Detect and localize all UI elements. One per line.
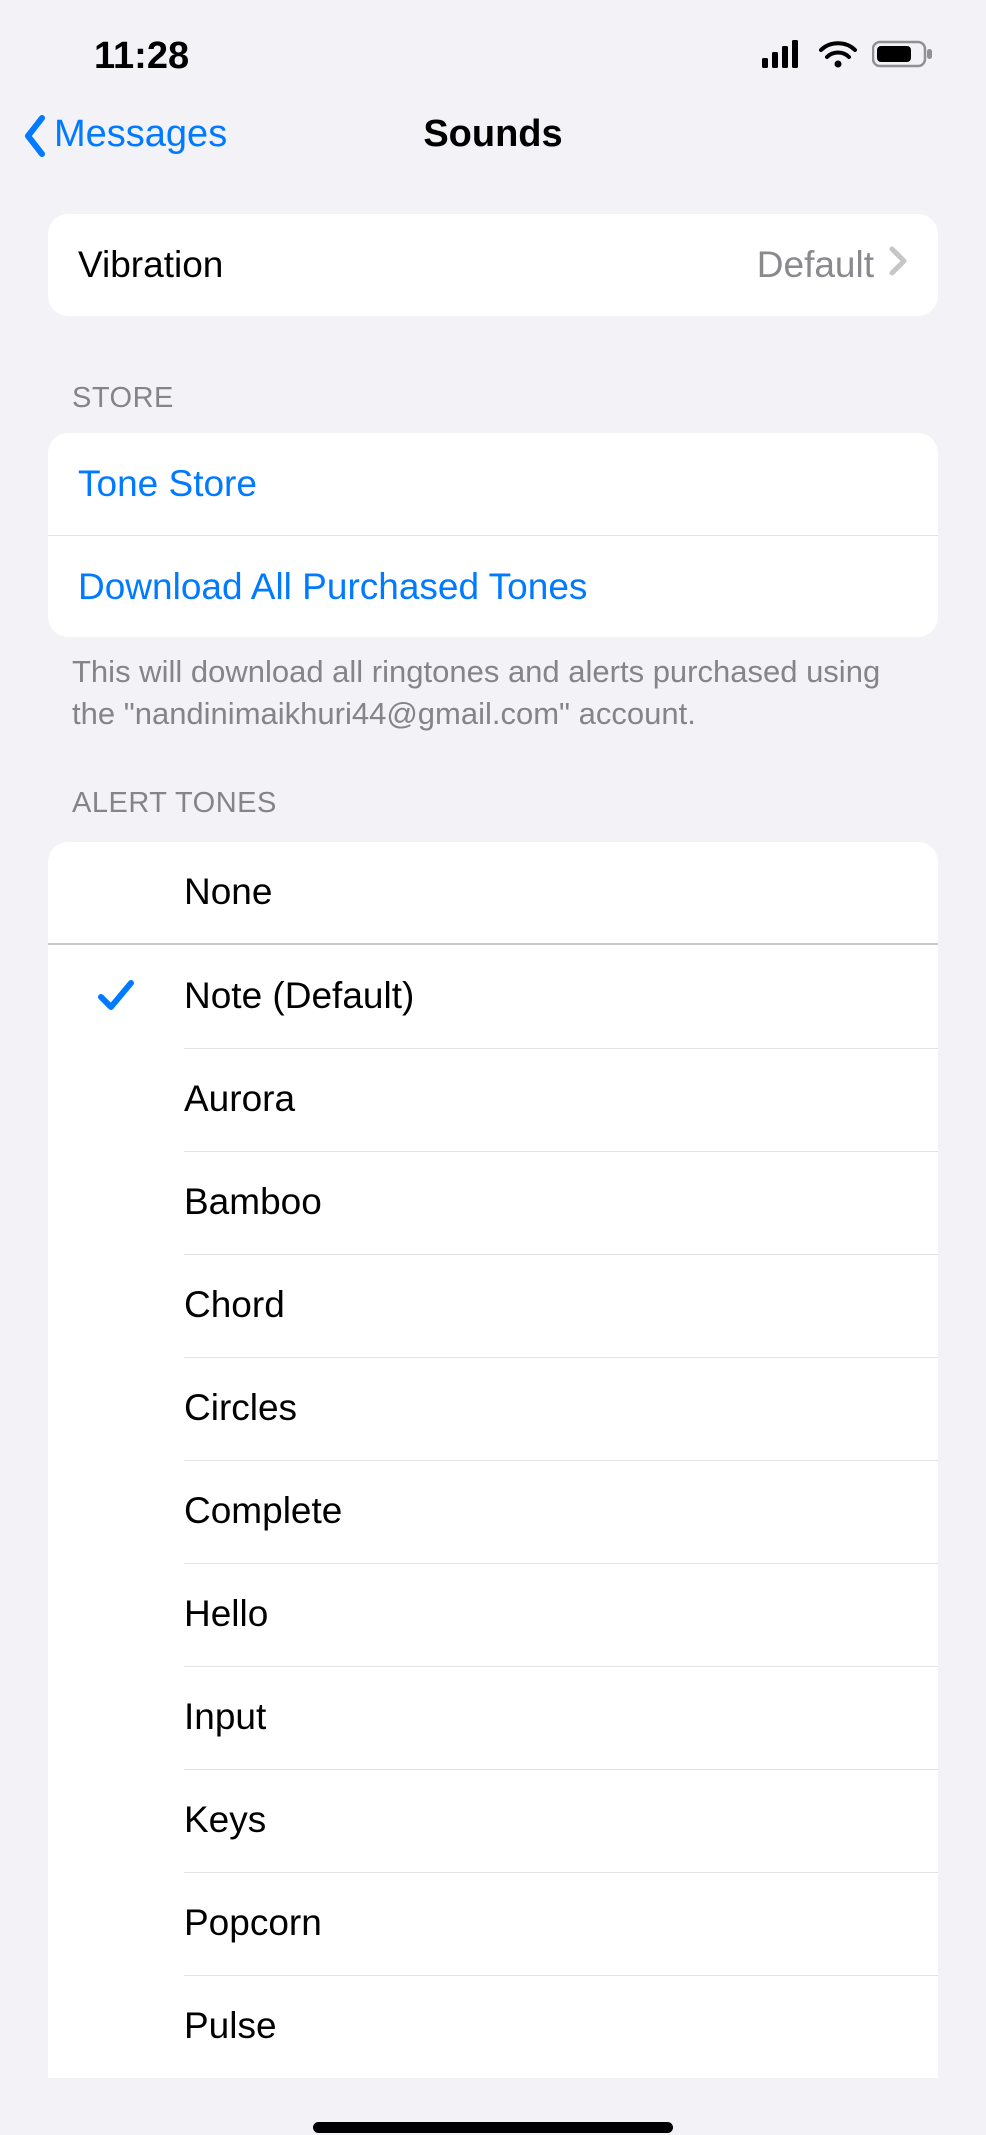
tone-label: Circles — [184, 1387, 908, 1429]
store-footer: This will download all ringtones and ale… — [72, 651, 914, 735]
vibration-group: Vibration Default — [48, 214, 938, 316]
wifi-icon — [818, 40, 858, 73]
tone-row[interactable]: Circles — [48, 1357, 938, 1460]
chevron-right-icon — [888, 244, 908, 286]
tone-row[interactable]: Aurora — [48, 1048, 938, 1151]
tone-label: Complete — [184, 1490, 908, 1532]
vibration-value: Default — [757, 244, 874, 286]
tone-list: Note (Default) Aurora Bamboo Chord Circles Co… — [48, 945, 938, 2078]
tone-none-label: None — [48, 871, 908, 913]
download-all-label: Download All Purchased Tones — [78, 566, 908, 608]
tone-label: Input — [184, 1696, 908, 1738]
tone-store-cell[interactable]: Tone Store — [48, 433, 938, 535]
tone-label: Popcorn — [184, 1902, 908, 1944]
battery-icon — [872, 40, 934, 73]
home-indicator — [313, 2122, 673, 2133]
vibration-label: Vibration — [78, 244, 757, 286]
tone-row[interactable]: Pulse — [48, 1975, 938, 2078]
tone-label: Bamboo — [184, 1181, 908, 1223]
tone-label: Chord — [184, 1284, 908, 1326]
tone-row[interactable]: Chord — [48, 1254, 938, 1357]
tone-store-label: Tone Store — [78, 463, 908, 505]
checkmark-icon — [48, 977, 184, 1015]
store-group: Tone Store Download All Purchased Tones — [48, 433, 938, 637]
cellular-icon — [762, 40, 804, 73]
vibration-cell[interactable]: Vibration Default — [48, 214, 938, 316]
tone-row-none[interactable]: None — [48, 842, 938, 945]
back-label: Messages — [54, 113, 227, 156]
tone-row[interactable]: Input — [48, 1666, 938, 1769]
tone-row[interactable]: Bamboo — [48, 1151, 938, 1254]
navigation-bar: Messages Sounds — [0, 94, 986, 174]
tone-label: Note (Default) — [184, 975, 908, 1017]
tone-row[interactable]: Keys — [48, 1769, 938, 1872]
tone-label: Pulse — [184, 2005, 908, 2047]
tone-row[interactable]: Popcorn — [48, 1872, 938, 1975]
tone-label: Hello — [184, 1593, 908, 1635]
status-icons — [762, 40, 934, 73]
status-time: 11:28 — [94, 35, 189, 78]
status-bar: 11:28 — [0, 18, 986, 94]
store-header: STORE — [72, 382, 914, 415]
tone-label: Aurora — [184, 1078, 908, 1120]
download-all-cell[interactable]: Download All Purchased Tones — [48, 535, 938, 637]
alert-tones-group: None Note (Default) Aurora Bamboo Chord Circ… — [48, 842, 938, 2078]
tone-row[interactable]: Complete — [48, 1460, 938, 1563]
tone-row[interactable]: Note (Default) — [48, 945, 938, 1048]
tone-row[interactable]: Hello — [48, 1563, 938, 1666]
alert-tones-header: ALERT TONES — [72, 787, 914, 820]
tone-label: Keys — [184, 1799, 908, 1841]
chevron-left-icon — [20, 114, 50, 154]
back-button[interactable]: Messages — [20, 113, 227, 156]
